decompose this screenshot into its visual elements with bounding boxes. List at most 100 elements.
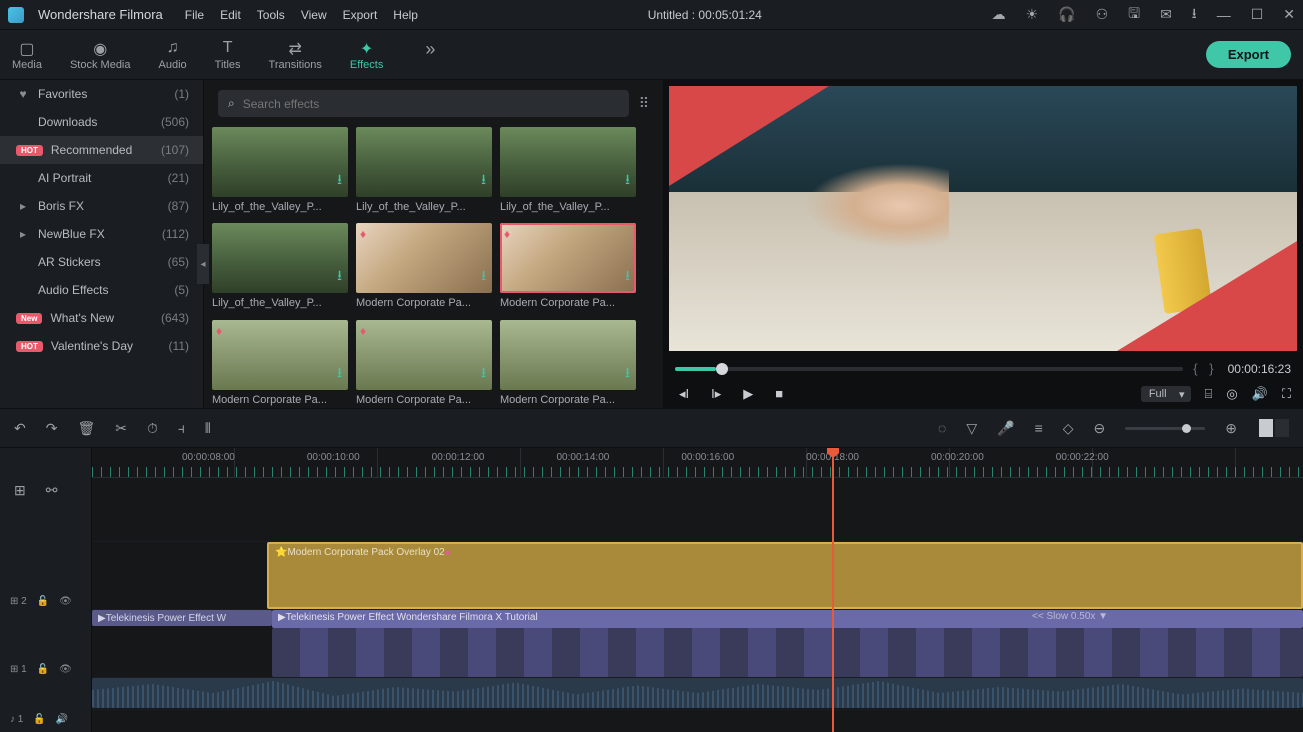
tab-effects[interactable]: ✦Effects xyxy=(350,39,383,71)
stop-icon[interactable]: ■ xyxy=(775,386,783,402)
sidebar-item-favorites[interactable]: ♥Favorites(1) xyxy=(0,80,203,108)
sidebar-item-downloads[interactable]: Downloads(506) xyxy=(0,108,203,136)
marker-brackets[interactable]: { } xyxy=(1193,361,1217,376)
collapse-sidebar-icon[interactable]: ◂ xyxy=(197,244,209,284)
track-head-2[interactable]: ⊞ 2🔓👁 xyxy=(0,567,91,635)
effect-item[interactable]: ♦⭳Modern Corporate Pa... xyxy=(356,320,492,408)
sidebar-item-ai-portrait[interactable]: AI Portrait(21) xyxy=(0,164,203,192)
sidebar-item-valentine-s-day[interactable]: HOTValentine's Day(11) xyxy=(0,332,203,360)
snapshot-icon[interactable]: ◎ xyxy=(1226,386,1237,402)
clip-video-1[interactable]: ▶ Telekinesis Power Effect W xyxy=(92,610,272,626)
eye-icon[interactable]: 👁 xyxy=(59,664,72,675)
effect-thumb[interactable]: ⭳ xyxy=(500,320,636,390)
export-button[interactable]: Export xyxy=(1206,41,1291,68)
sidebar-item-newblue-fx[interactable]: ▸NewBlue FX(112) xyxy=(0,220,203,248)
playhead[interactable] xyxy=(832,448,834,732)
download-icon[interactable]: ⭳ xyxy=(337,362,342,386)
sidebar-item-recommended[interactable]: HOTRecommended(107) xyxy=(0,136,203,164)
clip-audio[interactable] xyxy=(92,678,1303,708)
grid-view-icon[interactable]: ⠿ xyxy=(639,95,649,112)
redo-icon[interactable]: ↷ xyxy=(46,420,58,437)
menu-help[interactable]: Help xyxy=(393,8,418,22)
track-overlay[interactable]: ⭐ Modern Corporate Pack Overlay 02♦ xyxy=(92,542,1303,610)
menu-export[interactable]: Export xyxy=(343,8,378,22)
next-frame-icon[interactable]: I▸ xyxy=(711,386,721,402)
search-input[interactable] xyxy=(243,97,619,111)
mixer-icon[interactable]: ≡ xyxy=(1035,420,1043,436)
audio-edit-icon[interactable]: ⫴ xyxy=(205,420,211,437)
tab-audio[interactable]: ♫Audio xyxy=(159,39,187,71)
preview-video[interactable] xyxy=(669,86,1297,351)
quality-select[interactable]: Full xyxy=(1141,386,1191,402)
effect-thumb[interactable]: ♦⭳ xyxy=(500,223,636,293)
close-icon[interactable]: ✕ xyxy=(1283,6,1295,23)
search-box[interactable]: ⌕ xyxy=(218,90,629,117)
track-video[interactable]: ▶ Telekinesis Power Effect W ▶ Telekines… xyxy=(92,610,1303,678)
effect-item[interactable]: ♦⭳Modern Corporate Pa... xyxy=(356,223,492,311)
tips-icon[interactable]: ☀ xyxy=(1026,6,1039,23)
lock-icon[interactable]: 🔓 xyxy=(33,714,45,725)
effect-item[interactable]: ♦⭳Modern Corporate Pa... xyxy=(500,223,636,311)
timeline-ruler[interactable]: 00:00:08:0000:00:10:0000:00:12:0000:00:1… xyxy=(92,448,1303,478)
track-audio[interactable] xyxy=(92,678,1303,710)
support-icon[interactable]: 🎧 xyxy=(1058,6,1075,23)
progress-bar[interactable] xyxy=(675,367,1183,371)
play-icon[interactable]: ▶ xyxy=(743,386,753,402)
undo-icon[interactable]: ↶ xyxy=(14,420,26,437)
effect-thumb[interactable]: ♦⭳ xyxy=(356,320,492,390)
download-icon[interactable]: ⭳ xyxy=(481,362,486,386)
crop-icon[interactable]: ⫞ xyxy=(178,420,185,437)
marker-icon[interactable]: ▽ xyxy=(966,420,977,437)
menu-file[interactable]: File xyxy=(185,8,204,22)
eye-icon[interactable]: 👁 xyxy=(59,596,72,607)
track-head-audio[interactable]: ♪ 1🔓🔊 xyxy=(0,703,91,732)
zoom-in-icon[interactable]: ⊕ xyxy=(1225,420,1237,437)
track-head-1[interactable]: ⊞ 1🔓👁 xyxy=(0,635,91,703)
download-icon[interactable]: ⭳ xyxy=(481,169,486,193)
render-icon[interactable]: ◌ xyxy=(938,420,946,436)
sidebar-item-audio-effects[interactable]: Audio Effects(5) xyxy=(0,276,203,304)
clip-video-2-body[interactable] xyxy=(272,628,1303,677)
menu-edit[interactable]: Edit xyxy=(220,8,241,22)
delete-icon[interactable]: 🗑 xyxy=(77,420,95,437)
manage-tracks-icon[interactable]: ⊞ xyxy=(14,482,26,499)
keyframe-icon[interactable]: ◇ xyxy=(1063,420,1074,437)
lock-icon[interactable]: 🔓 xyxy=(37,664,49,675)
slow-badge[interactable]: << Slow 0.50x ▼ xyxy=(1032,611,1108,622)
clip-overlay[interactable]: ⭐ Modern Corporate Pack Overlay 02♦ xyxy=(267,542,1303,609)
effect-thumb[interactable]: ⭳ xyxy=(212,127,348,197)
volume-icon[interactable]: 🔊 xyxy=(1252,386,1268,402)
tab-titles[interactable]: TTitles xyxy=(215,39,241,71)
menu-tools[interactable]: Tools xyxy=(257,8,285,22)
view-toggle[interactable] xyxy=(1257,419,1289,437)
menu-view[interactable]: View xyxy=(301,8,327,22)
effect-thumb[interactable]: ⭳ xyxy=(500,127,636,197)
cloud-icon[interactable]: ☁ xyxy=(992,6,1006,23)
effect-thumb[interactable]: ♦⭳ xyxy=(356,223,492,293)
zoom-out-icon[interactable]: ⊖ xyxy=(1094,420,1106,437)
maximize-icon[interactable]: ☐ xyxy=(1251,6,1264,23)
account-icon[interactable]: ⚇ xyxy=(1096,6,1109,23)
effect-item[interactable]: ⭳Lily_of_the_Valley_P... xyxy=(212,223,348,311)
download-icon[interactable]: ⭳ xyxy=(337,169,342,193)
tab-stock-media[interactable]: ◉Stock Media xyxy=(70,39,131,71)
minimize-icon[interactable]: — xyxy=(1217,7,1231,23)
record-icon[interactable]: 🎤 xyxy=(997,420,1014,437)
download-icon[interactable]: ⭳ xyxy=(625,169,630,193)
sidebar-item-ar-stickers[interactable]: AR Stickers(65) xyxy=(0,248,203,276)
effect-item[interactable]: ⭳Lily_of_the_Valley_P... xyxy=(356,127,492,215)
display-icon[interactable]: ⌸ xyxy=(1205,386,1213,402)
split-icon[interactable]: ✂ xyxy=(115,420,127,437)
download-icon[interactable]: ⭳ xyxy=(625,265,630,289)
speed-icon[interactable]: ⏱ xyxy=(147,420,158,437)
effect-item[interactable]: ⭳Lily_of_the_Valley_P... xyxy=(500,127,636,215)
download-icon[interactable]: ⭳ xyxy=(1192,3,1197,27)
message-icon[interactable]: ✉ xyxy=(1160,6,1172,23)
effect-thumb[interactable]: ⭳ xyxy=(356,127,492,197)
sidebar-item-boris-fx[interactable]: ▸Boris FX(87) xyxy=(0,192,203,220)
sidebar-item-what-s-new[interactable]: NewWhat's New(643) xyxy=(0,304,203,332)
effect-item[interactable]: ⭳Lily_of_the_Valley_P... xyxy=(212,127,348,215)
download-icon[interactable]: ⭳ xyxy=(625,362,630,386)
effect-thumb[interactable]: ♦⭳ xyxy=(212,320,348,390)
effect-item[interactable]: ♦⭳Modern Corporate Pa... xyxy=(212,320,348,408)
